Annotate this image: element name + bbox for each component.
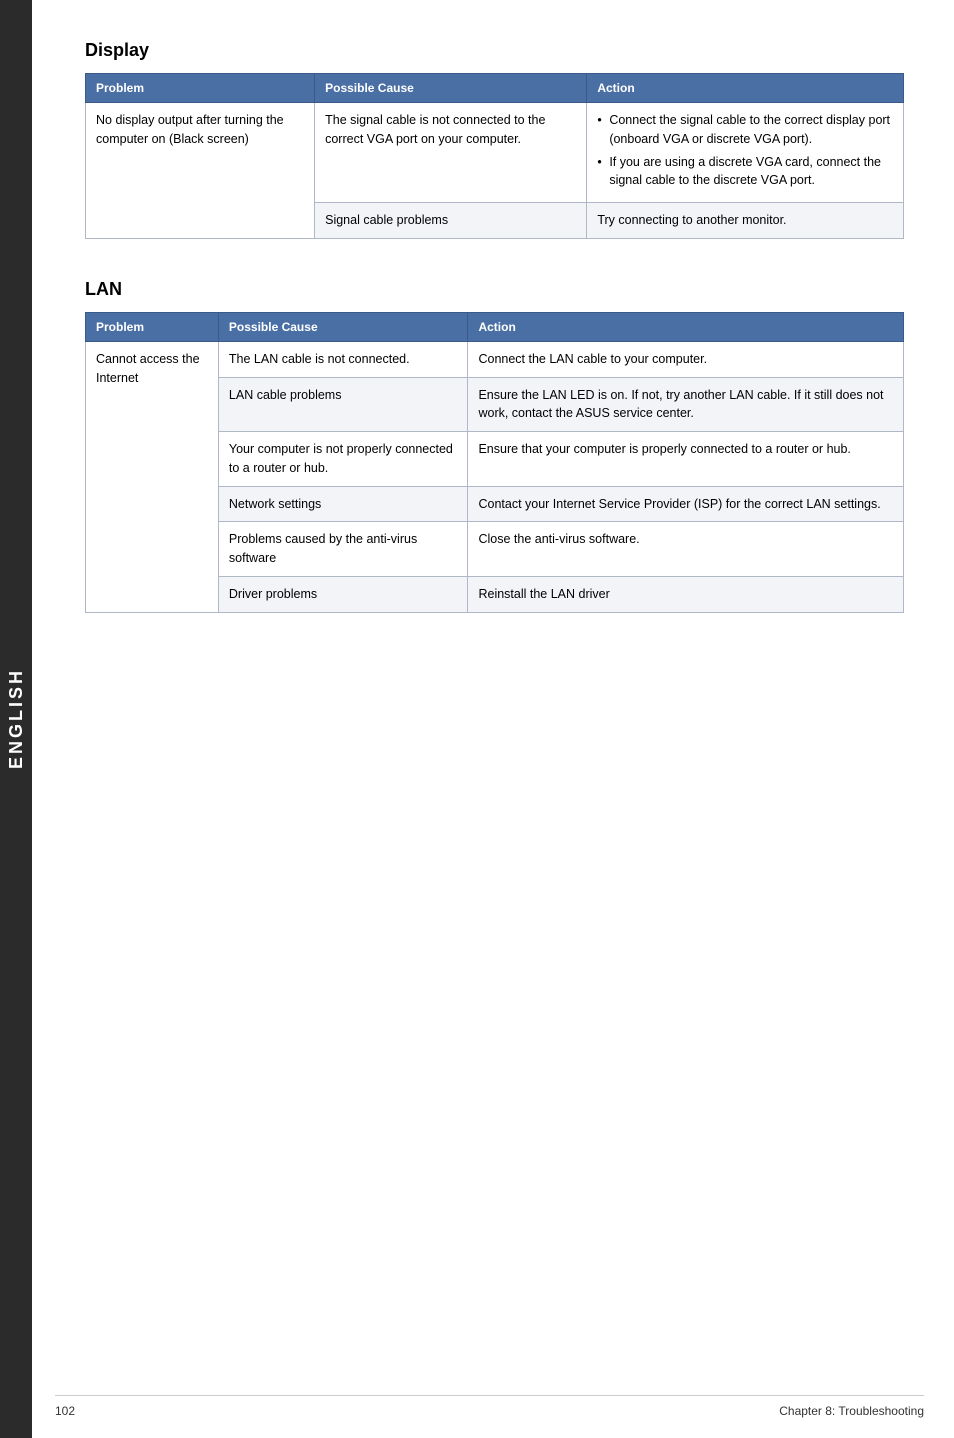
lan-col-problem: Problem bbox=[86, 312, 219, 341]
display-cause-1: The signal cable is not connected to the… bbox=[315, 103, 587, 203]
chapter-label: Chapter 8: Troubleshooting bbox=[779, 1404, 924, 1418]
display-cause-2: Signal cable problems bbox=[315, 203, 587, 239]
display-section-title: Display bbox=[85, 40, 904, 61]
side-tab-label: ENGLISH bbox=[6, 668, 27, 769]
display-col-action: Action bbox=[587, 74, 904, 103]
lan-col-cause: Possible Cause bbox=[218, 312, 468, 341]
lan-cause-1: The LAN cable is not connected. bbox=[218, 341, 468, 377]
display-col-problem: Problem bbox=[86, 74, 315, 103]
display-table: Problem Possible Cause Action No display… bbox=[85, 73, 904, 239]
lan-cause-3: Your computer is not properly connected … bbox=[218, 432, 468, 487]
table-row: No display output after turning the comp… bbox=[86, 103, 904, 203]
lan-table: Problem Possible Cause Action Cannot acc… bbox=[85, 312, 904, 613]
lan-cause-4: Network settings bbox=[218, 486, 468, 522]
table-row: Cannot access the Internet The LAN cable… bbox=[86, 341, 904, 377]
lan-action-1: Connect the LAN cable to your computer. bbox=[468, 341, 904, 377]
lan-action-6: Reinstall the LAN driver bbox=[468, 576, 904, 612]
side-tab: ENGLISH bbox=[0, 0, 32, 1438]
lan-col-action: Action bbox=[468, 312, 904, 341]
page-footer: 102 Chapter 8: Troubleshooting bbox=[55, 1395, 924, 1418]
display-action-2: Try connecting to another monitor. bbox=[587, 203, 904, 239]
lan-action-2: Ensure the LAN LED is on. If not, try an… bbox=[468, 377, 904, 432]
lan-cause-2: LAN cable problems bbox=[218, 377, 468, 432]
lan-action-5: Close the anti-virus software. bbox=[468, 522, 904, 577]
lan-action-4: Contact your Internet Service Provider (… bbox=[468, 486, 904, 522]
lan-section-title: LAN bbox=[85, 279, 904, 300]
display-problem-1: No display output after turning the comp… bbox=[86, 103, 315, 239]
lan-action-3: Ensure that your computer is properly co… bbox=[468, 432, 904, 487]
display-col-cause: Possible Cause bbox=[315, 74, 587, 103]
action-bullet-1: Connect the signal cable to the correct … bbox=[597, 111, 893, 149]
action-bullet-2: If you are using a discrete VGA card, co… bbox=[597, 153, 893, 191]
display-action-1: Connect the signal cable to the correct … bbox=[587, 103, 904, 203]
lan-problem-1: Cannot access the Internet bbox=[86, 341, 219, 612]
lan-cause-6: Driver problems bbox=[218, 576, 468, 612]
lan-cause-5: Problems caused by the anti-virus softwa… bbox=[218, 522, 468, 577]
page-number: 102 bbox=[55, 1404, 75, 1418]
main-content: Display Problem Possible Cause Action No… bbox=[55, 0, 954, 693]
